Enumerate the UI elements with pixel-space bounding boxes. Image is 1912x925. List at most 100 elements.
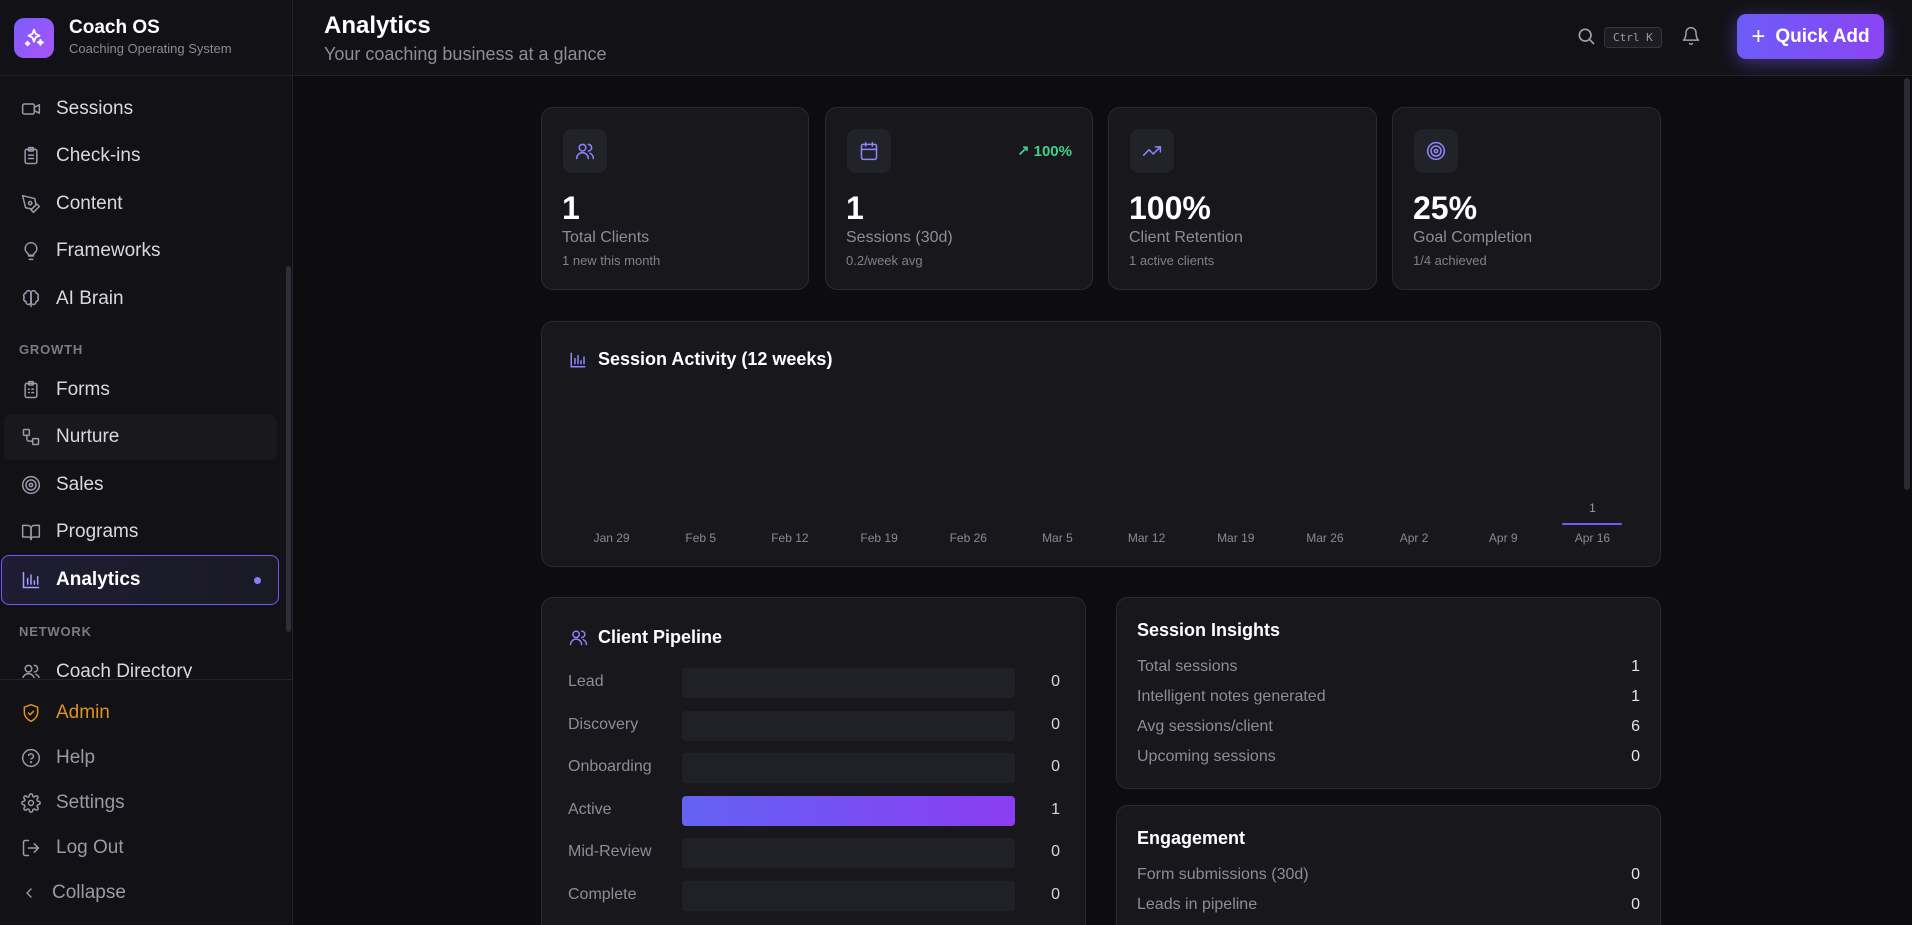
insight-row: Avg sessions/client 6 — [1137, 718, 1640, 736]
engagement-row: Leads in pipeline 0 — [1137, 896, 1640, 914]
sidebar-item-sessions[interactable]: Sessions — [0, 86, 280, 132]
logout-label: Log Out — [56, 837, 124, 858]
stat-label: Client Retention — [1129, 229, 1243, 246]
pipeline-stage-count: 0 — [1051, 843, 1060, 860]
sidebar-item-analytics[interactable]: Analytics — [1, 555, 279, 605]
insight-row: Intelligent notes generated 1 — [1137, 688, 1640, 706]
session-activity-chart: Jan 29 Feb 5 Feb 12 Feb 19 Feb 26 Mar 5 Mar 12… — [542, 322, 1662, 568]
stat-value: 1 — [562, 190, 580, 226]
brand-tagline: Coaching Operating System — [69, 41, 232, 56]
pipeline-bar-track — [682, 795, 1015, 826]
sidebar-item-label: Sales — [56, 474, 104, 495]
sidebar-item-admin[interactable]: Admin — [20, 702, 110, 724]
pipeline-stage-label: Active — [568, 800, 612, 818]
stat-card-total-clients: 1 Total Clients 1 new this month — [541, 107, 809, 290]
activity-value-label: 1 — [1589, 501, 1596, 515]
bell-icon — [1681, 26, 1701, 51]
notifications-button[interactable] — [1678, 25, 1704, 51]
page-subtitle: Your coaching business at a glance — [324, 44, 607, 64]
sidebar-item-help[interactable]: Help — [20, 747, 95, 769]
pipeline-bar-track — [682, 838, 1015, 868]
insight-row: Total sessions 1 — [1137, 658, 1640, 676]
sidebar-item-label: Sessions — [56, 98, 134, 119]
pipeline-bar-track — [682, 880, 1015, 911]
sidebar-item-content[interactable]: Content — [0, 181, 280, 227]
sidebar-item-logout[interactable]: Log Out — [20, 837, 124, 859]
brand-name: Coach OS — [69, 17, 160, 38]
sidebar-item-nurture[interactable]: Nurture — [4, 414, 277, 460]
insight-value: 1 — [1631, 658, 1640, 675]
workflow-icon — [20, 426, 42, 448]
sidebar-item-frameworks[interactable]: Frameworks — [0, 228, 280, 274]
activity-x-tick-label: Mar 19 — [1217, 531, 1255, 545]
shield-icon — [20, 702, 42, 724]
pipeline-stage-label: Complete — [568, 885, 637, 903]
calendar-icon — [847, 129, 891, 173]
sidebar-item-programs[interactable]: Programs — [0, 509, 280, 555]
target-icon — [1414, 129, 1458, 173]
chevron-left-icon — [20, 882, 38, 904]
pipeline-bar-track — [682, 668, 1015, 698]
page-title: Analytics — [324, 12, 431, 39]
insight-value: 1 — [1631, 688, 1640, 705]
activity-x-tick-label: Mar 12 — [1127, 531, 1166, 545]
trend-value: 100% — [1033, 143, 1072, 160]
session-insights-title: Session Insights — [1137, 620, 1281, 640]
stat-label: Goal Completion — [1413, 229, 1533, 246]
section-label-network: NETWORK — [19, 624, 92, 639]
sidebar-nav: Sessions Check-ins Content Frameworks AI… — [0, 77, 293, 678]
collapse-label: Collapse — [52, 882, 126, 903]
insight-row: Upcoming sessions 0 — [1137, 748, 1640, 766]
sidebar-item-settings[interactable]: Settings — [20, 792, 125, 814]
activity-x-tick-label: Apr 16 — [1574, 531, 1611, 545]
activity-x-tick-label: Jan 29 — [593, 531, 630, 545]
help-circle-icon — [20, 747, 42, 769]
stat-label: Sessions (30d) — [846, 229, 953, 246]
pipeline-stage-label: Mid-Review — [568, 843, 652, 860]
client-pipeline-title: Client Pipeline — [568, 627, 722, 648]
stat-subtext: 1/4 achieved — [1413, 253, 1487, 268]
stat-label: Total Clients — [562, 229, 650, 246]
stat-value: 25% — [1413, 190, 1478, 226]
section-label-growth: GROWTH — [19, 342, 84, 357]
collapse-sidebar-button[interactable]: Collapse — [20, 882, 126, 904]
engagement-key: Leads in pipeline — [1137, 896, 1258, 913]
sidebar-item-forms[interactable]: Forms — [0, 367, 280, 413]
sidebar-item-sales[interactable]: Sales — [0, 462, 280, 508]
target-icon — [20, 474, 42, 496]
activity-x-tick-label: Feb 5 — [685, 531, 717, 545]
activity-x-tick-label: Apr 2 — [1399, 531, 1429, 545]
sidebar-item-label: Forms — [56, 379, 110, 400]
quick-add-button[interactable]: + Quick Add — [1737, 14, 1884, 59]
insight-key: Upcoming sessions — [1137, 748, 1276, 765]
sidebar-item-coach-directory[interactable]: Coach Directory — [0, 649, 280, 678]
activity-x-tick-label: Apr 9 — [1488, 531, 1518, 545]
search-icon — [1576, 26, 1596, 51]
sidebar-item-check-ins[interactable]: Check-ins — [0, 133, 280, 179]
stat-subtext: 1 new this month — [562, 253, 661, 268]
insight-value: 0 — [1631, 748, 1640, 765]
sparkles-logo-icon — [14, 18, 54, 58]
pipeline-stage-count: 0 — [1051, 885, 1060, 903]
pipeline-stage-count: 0 — [1051, 758, 1060, 775]
search-button[interactable] — [1574, 26, 1598, 50]
sidebar-item-label: Frameworks — [56, 240, 161, 261]
pipeline-stage-label: Onboarding — [568, 758, 652, 775]
session-activity-card: Session Activity (12 weeks) Jan 29 Feb 5F… — [541, 321, 1661, 567]
sidebar-item-label: Nurture — [56, 426, 120, 447]
users-icon — [20, 661, 42, 678]
pipeline-stage-count: 0 — [1051, 673, 1060, 690]
sidebar: Coach OS Coaching Operating System Sessi… — [0, 0, 293, 925]
stat-card-client-retention: 100% Client Retention 1 active clients — [1108, 107, 1377, 290]
brain-icon — [20, 288, 42, 310]
arrow-up-right-icon: ↗ — [1016, 143, 1034, 160]
main-scrollbar[interactable] — [1904, 78, 1910, 490]
sidebar-scrollbar[interactable] — [286, 266, 291, 632]
sidebar-item-ai-brain[interactable]: AI Brain — [0, 276, 280, 322]
activity-x-tick-label: Feb 12 — [771, 531, 809, 545]
client-pipeline-card: Client Pipeline Lead 0 Discovery 0 Onboardin… — [541, 597, 1086, 925]
insight-key: Total sessions — [1137, 658, 1238, 675]
quick-add-label: Quick Add — [1775, 25, 1870, 47]
video-icon — [20, 98, 42, 120]
trending-up-icon — [1130, 129, 1174, 173]
